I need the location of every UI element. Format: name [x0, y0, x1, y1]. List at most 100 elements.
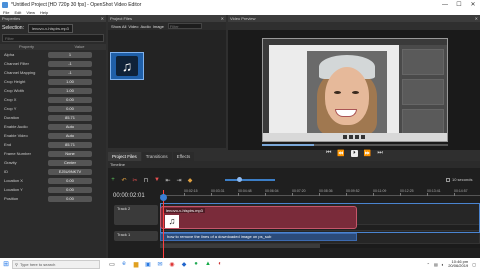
next-marker-icon[interactable]: ⇥ — [176, 177, 182, 184]
taskbar-clock[interactable]: 10:46 pm 20/06/2019 — [448, 260, 468, 268]
dock-close-icon[interactable]: ✕ — [101, 16, 104, 21]
property-value[interactable]: 1 — [48, 51, 92, 58]
property-row[interactable]: Gravity Center — [0, 158, 106, 167]
file-explorer-icon[interactable]: ▆ — [132, 260, 140, 268]
property-value[interactable]: None — [48, 150, 92, 157]
menu-file[interactable]: File — [3, 10, 9, 15]
maximize-button[interactable]: ☐ — [452, 0, 466, 9]
property-value[interactable]: 1.00 — [48, 78, 92, 85]
app-icon[interactable]: ▲ — [204, 260, 212, 268]
property-row[interactable]: Channel Filter -1 — [0, 59, 106, 68]
fast-forward-icon[interactable]: ⏩ — [364, 150, 371, 157]
openshot-taskbar-icon[interactable]: ◐ — [216, 260, 224, 268]
filter-audio[interactable]: Audio — [141, 24, 151, 29]
tab-effects[interactable]: Effects — [172, 152, 195, 161]
zoom-slider-handle[interactable] — [237, 177, 242, 182]
filter-image[interactable]: Image — [153, 24, 164, 29]
property-row[interactable]: Crop X 0.00 — [0, 95, 106, 104]
add-track-icon[interactable]: + — [110, 177, 116, 183]
timeline-scrollbar[interactable] — [160, 244, 480, 248]
volume-icon[interactable]: 🔈︎ — [442, 262, 444, 267]
properties-filter-input[interactable]: Filter — [2, 34, 104, 42]
menu-edit[interactable]: Edit — [14, 10, 21, 15]
project-files-filter-input[interactable]: Filter — [167, 23, 202, 29]
dock-close-icon[interactable]: ✕ — [475, 16, 478, 21]
app-icon[interactable]: ● — [192, 260, 200, 268]
property-row[interactable]: End 85.71 — [0, 140, 106, 149]
dock-close-icon[interactable]: ✕ — [221, 16, 224, 21]
track-2-label[interactable]: Track 2 — [114, 205, 158, 225]
add-marker-icon[interactable]: ▼ — [154, 177, 160, 183]
property-value[interactable]: 0.00 — [48, 96, 92, 103]
playhead-handle[interactable] — [160, 194, 167, 201]
rewind-icon[interactable]: ⏪ — [337, 150, 344, 157]
mail-icon[interactable]: ✉ — [156, 260, 164, 268]
property-row[interactable]: Channel Mapping -1 — [0, 68, 106, 77]
property-row[interactable]: Crop Y 0.00 — [0, 104, 106, 113]
property-value[interactable]: Auto — [48, 132, 92, 139]
file-thumbnail[interactable]: ♫ — [110, 52, 144, 80]
property-row[interactable]: Alpha 1 — [0, 50, 106, 59]
property-row[interactable]: Duration 85.71 — [0, 113, 106, 122]
property-value[interactable]: 0.00 — [48, 105, 92, 112]
property-value[interactable]: -1 — [48, 69, 92, 76]
tray-arrow-icon[interactable]: ⌃ — [427, 262, 430, 267]
property-row[interactable]: Frame Number None — [0, 149, 106, 158]
clock-date: 20/06/2019 — [448, 263, 469, 268]
menu-help[interactable]: Help — [40, 10, 48, 15]
play-icon[interactable]: ⏵ — [350, 150, 358, 157]
filter-show-all[interactable]: Show All — [111, 24, 126, 29]
property-value[interactable]: -1 — [48, 60, 92, 67]
close-button[interactable]: ✕ — [466, 0, 480, 9]
preview-progress-bar[interactable] — [262, 144, 448, 146]
center-playhead-icon[interactable]: ◆ — [187, 177, 193, 184]
property-row[interactable]: ID EJ5U9NK7V — [0, 167, 106, 176]
property-row[interactable]: Enable Video Auto — [0, 131, 106, 140]
app-icon[interactable]: ◆ — [180, 260, 188, 268]
filter-video[interactable]: Video — [128, 24, 138, 29]
selection-dropdown[interactable]: lenovo-v-hispirs.mp3 — [27, 23, 73, 33]
zoom-checkbox[interactable] — [446, 177, 450, 182]
track-1-label[interactable]: Track 1 — [114, 231, 158, 241]
previous-marker-icon[interactable]: ⇤ — [165, 177, 171, 184]
jump-end-icon[interactable]: ⏭ — [377, 150, 382, 157]
property-value[interactable]: EJ5U9NK7V — [48, 168, 92, 175]
property-value[interactable]: Center — [48, 159, 92, 166]
tab-transitions[interactable]: Transitions — [141, 152, 172, 161]
tab-project-files[interactable]: Project Files — [108, 152, 141, 161]
property-value[interactable]: 0.00 — [48, 186, 92, 193]
property-row[interactable]: Location Y 0.00 — [0, 185, 106, 194]
property-value[interactable]: 0.00 — [48, 177, 92, 184]
property-value[interactable]: 1.00 — [48, 87, 92, 94]
menu-view[interactable]: View — [26, 10, 35, 15]
undo-icon[interactable]: ↶ — [121, 177, 127, 184]
notifications-icon[interactable]: ▢ — [472, 262, 476, 267]
zoom-slider[interactable] — [225, 177, 275, 182]
store-icon[interactable]: ▣ — [144, 260, 152, 268]
property-row[interactable]: Crop Width 1.00 — [0, 86, 106, 95]
snap-icon[interactable]: ⊓ — [143, 177, 149, 184]
property-value[interactable]: 0.00 — [48, 195, 92, 202]
property-row[interactable]: Location X 0.00 — [0, 176, 106, 185]
taskbar-search-box[interactable]: ⚲ Type here to search — [12, 259, 100, 269]
timeline-ruler[interactable]: 00:02:15 00:03:31 00:04:48 00:06:04 00:07:20… — [160, 188, 480, 196]
property-value[interactable]: Auto — [48, 123, 92, 130]
property-value[interactable]: 85.71 — [48, 114, 92, 121]
edge-icon[interactable]: e — [120, 260, 128, 268]
audio-clip[interactable]: lenovo-v-hispirs.mp3 ♫ — [160, 206, 357, 229]
minimize-button[interactable]: — — [438, 0, 452, 9]
property-value[interactable]: 85.71 — [48, 141, 92, 148]
property-row[interactable]: Position 0.00 — [0, 194, 106, 203]
scrollbar-thumb[interactable] — [160, 244, 320, 248]
jump-start-icon[interactable]: ⏮ — [326, 150, 331, 157]
razor-icon[interactable]: ✂ — [132, 177, 138, 184]
task-view-icon[interactable]: ▭ — [108, 260, 116, 268]
property-row[interactable]: Enable Audio Auto — [0, 122, 106, 131]
property-row[interactable]: Crop Height 1.00 — [0, 77, 106, 86]
chrome-icon[interactable]: ◉ — [168, 260, 176, 268]
windows-start-icon[interactable]: ⊞ — [0, 258, 12, 270]
network-icon[interactable]: ▤ — [434, 262, 438, 267]
video-clip[interactable]: how to remove the lines of a downloaded … — [160, 233, 357, 241]
property-name: Alpha — [4, 52, 15, 57]
zoom-scale: 10 seconds — [446, 177, 472, 182]
